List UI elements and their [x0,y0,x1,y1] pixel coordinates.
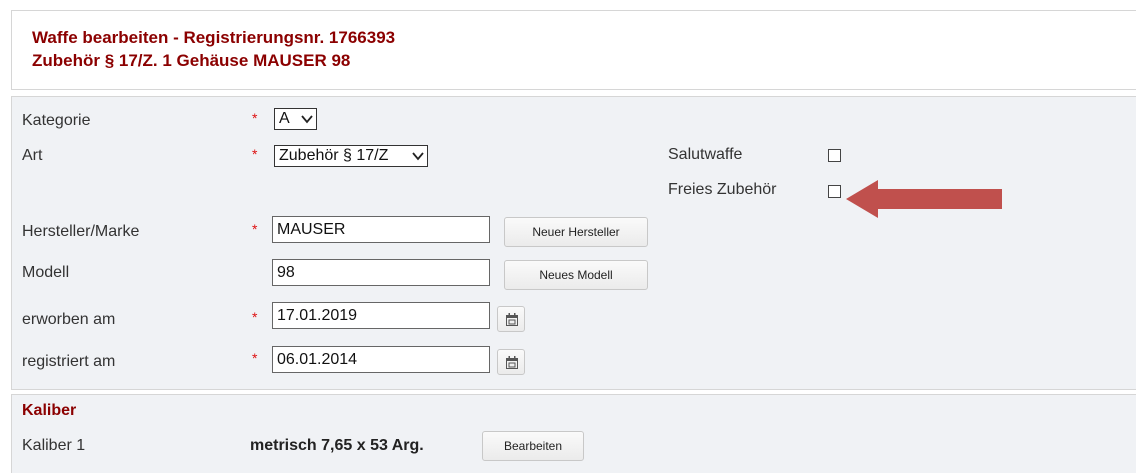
annotation-arrow-shape [846,180,1002,218]
erworben-label: erworben am [22,311,116,328]
erworben-calendar-button[interactable] [497,306,525,332]
art-label: Art [22,147,43,164]
art-select[interactable]: Zubehör § 17/Z [274,145,428,167]
salutwaffe-label: Salutwaffe [668,146,743,163]
kaliber-1-value: metrisch 7,65 x 53 Arg. [250,437,424,454]
kategorie-value: A [279,110,290,127]
kaliber-edit-button[interactable]: Bearbeiten [482,431,584,461]
neuer-hersteller-button[interactable]: Neuer Hersteller [504,217,648,247]
page-subtitle: Zubehör § 17/Z. 1 Gehäuse MAUSER 98 [32,51,351,70]
required-marker: * [252,221,258,237]
required-marker: * [252,110,258,126]
required-marker: * [252,309,258,325]
registriert-calendar-button[interactable] [497,349,525,375]
neues-modell-button[interactable]: Neues Modell [504,260,648,290]
art-value: Zubehör § 17/Z [279,147,389,164]
kaliber-section-title: Kaliber [22,402,77,419]
kategorie-select[interactable]: A [274,108,317,130]
required-marker: * [252,350,258,366]
chevron-down-icon [301,115,313,124]
registriert-date-input[interactable] [272,346,490,373]
calendar-icon [506,356,518,369]
freies-zubehoer-checkbox[interactable] [828,185,841,198]
calendar-icon [506,313,518,326]
freies-zubehoer-label: Freies Zubehör [668,181,777,198]
header-panel: Waffe bearbeiten - Registrierungsnr. 176… [11,10,1136,90]
hersteller-input[interactable] [272,216,490,243]
kategorie-label: Kategorie [22,112,91,129]
registriert-label: registriert am [22,353,116,370]
erworben-date-input[interactable] [272,302,490,329]
page: Waffe bearbeiten - Registrierungsnr. 176… [0,0,1136,473]
page-title: Waffe bearbeiten - Registrierungsnr. 176… [32,28,396,47]
modell-input[interactable] [272,259,490,286]
chevron-down-icon [412,152,424,161]
arrow-left-icon [846,180,1002,218]
hersteller-label: Hersteller/Marke [22,223,140,240]
salutwaffe-checkbox[interactable] [828,149,841,162]
kaliber-1-label: Kaliber 1 [22,437,86,454]
modell-label: Modell [22,264,70,281]
required-marker: * [252,146,258,162]
